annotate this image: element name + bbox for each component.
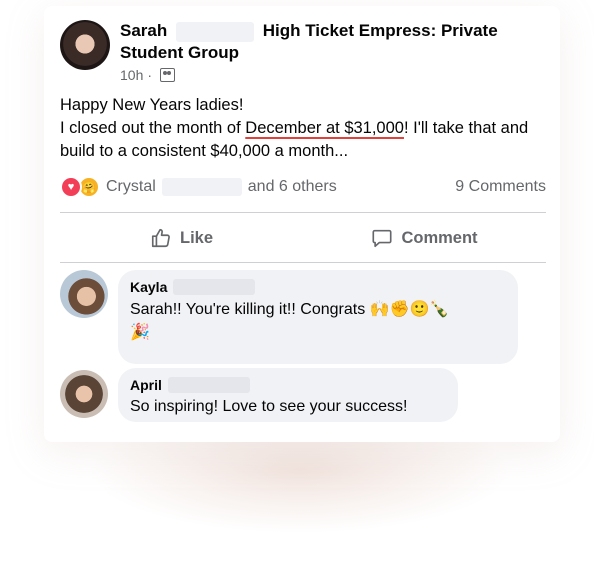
post-body: Happy New Years ladies! I closed out the… xyxy=(60,94,550,163)
reactions-bar: ♥ 🤗 Crystal and 6 others 9 Comments xyxy=(60,176,546,198)
group-icon xyxy=(160,68,176,82)
post-line-2: I closed out the month of December at $3… xyxy=(60,117,550,163)
comment-bubble: Kayla Sarah!! You're killing it!! Congra… xyxy=(118,270,518,364)
redacted-surname xyxy=(175,21,254,42)
comment-author: Kayla xyxy=(130,278,506,296)
comment-label: Comment xyxy=(401,228,478,247)
post-time[interactable]: 10h xyxy=(120,67,143,83)
redacted-reactor-surname xyxy=(161,178,242,196)
post-line-1: Happy New Years ladies! xyxy=(60,96,244,114)
speech-bubble-icon xyxy=(371,227,393,249)
comment-text: So inspiring! Love to see your success! xyxy=(130,398,408,415)
redacted-commenter-surname xyxy=(167,377,250,393)
reaction-first-name[interactable]: Crystal xyxy=(106,178,156,196)
post-card: Sarah High Ticket Empress: Private Stude… xyxy=(44,6,560,442)
author-name[interactable]: Sarah xyxy=(120,21,167,40)
reaction-names[interactable]: Crystal and 6 others xyxy=(106,178,337,196)
like-button[interactable]: Like xyxy=(60,214,303,262)
screenshot-stage: Sarah High Ticket Empress: Private Stude… xyxy=(0,0,594,562)
commenter-avatar-april[interactable] xyxy=(60,370,108,418)
comment-author-name[interactable]: April xyxy=(130,376,162,394)
reaction-others[interactable]: and 6 others xyxy=(248,178,337,196)
redacted-commenter-surname xyxy=(173,279,256,295)
meta-separator: · xyxy=(147,67,153,83)
divider-top xyxy=(60,212,546,213)
divider-bottom xyxy=(60,262,546,263)
author-avatar[interactable] xyxy=(60,20,110,70)
thumbs-up-icon xyxy=(150,227,172,249)
comment-bubble: April So inspiring! Love to see your suc… xyxy=(118,368,458,422)
comment-button[interactable]: Comment xyxy=(303,214,546,262)
post-text-pre: I closed out the month of xyxy=(60,119,246,137)
highlighted-amount: December at $31,000 xyxy=(245,119,404,137)
party-popper-emoji: 🎉 xyxy=(130,322,150,341)
heart-reaction-icon[interactable]: ♥ xyxy=(60,176,82,198)
like-label: Like xyxy=(179,228,214,247)
comment-text: Sarah!! You're killing it!! Congrats 🙌✊🙂… xyxy=(130,298,506,344)
comment-emojis: 🙌✊🙂🍾 xyxy=(369,299,450,318)
post-meta: 10h · xyxy=(120,67,176,83)
post-header: Sarah High Ticket Empress: Private Stude… xyxy=(120,20,540,64)
comment-author-name[interactable]: Kayla xyxy=(130,278,167,296)
action-bar: Like Comment xyxy=(60,214,546,262)
comment-author: April xyxy=(130,376,446,394)
comments-count[interactable]: 9 Comments xyxy=(455,178,546,196)
comment-text-body: Sarah!! You're killing it!! Congrats xyxy=(130,301,366,318)
commenter-avatar-kayla[interactable] xyxy=(60,270,108,318)
